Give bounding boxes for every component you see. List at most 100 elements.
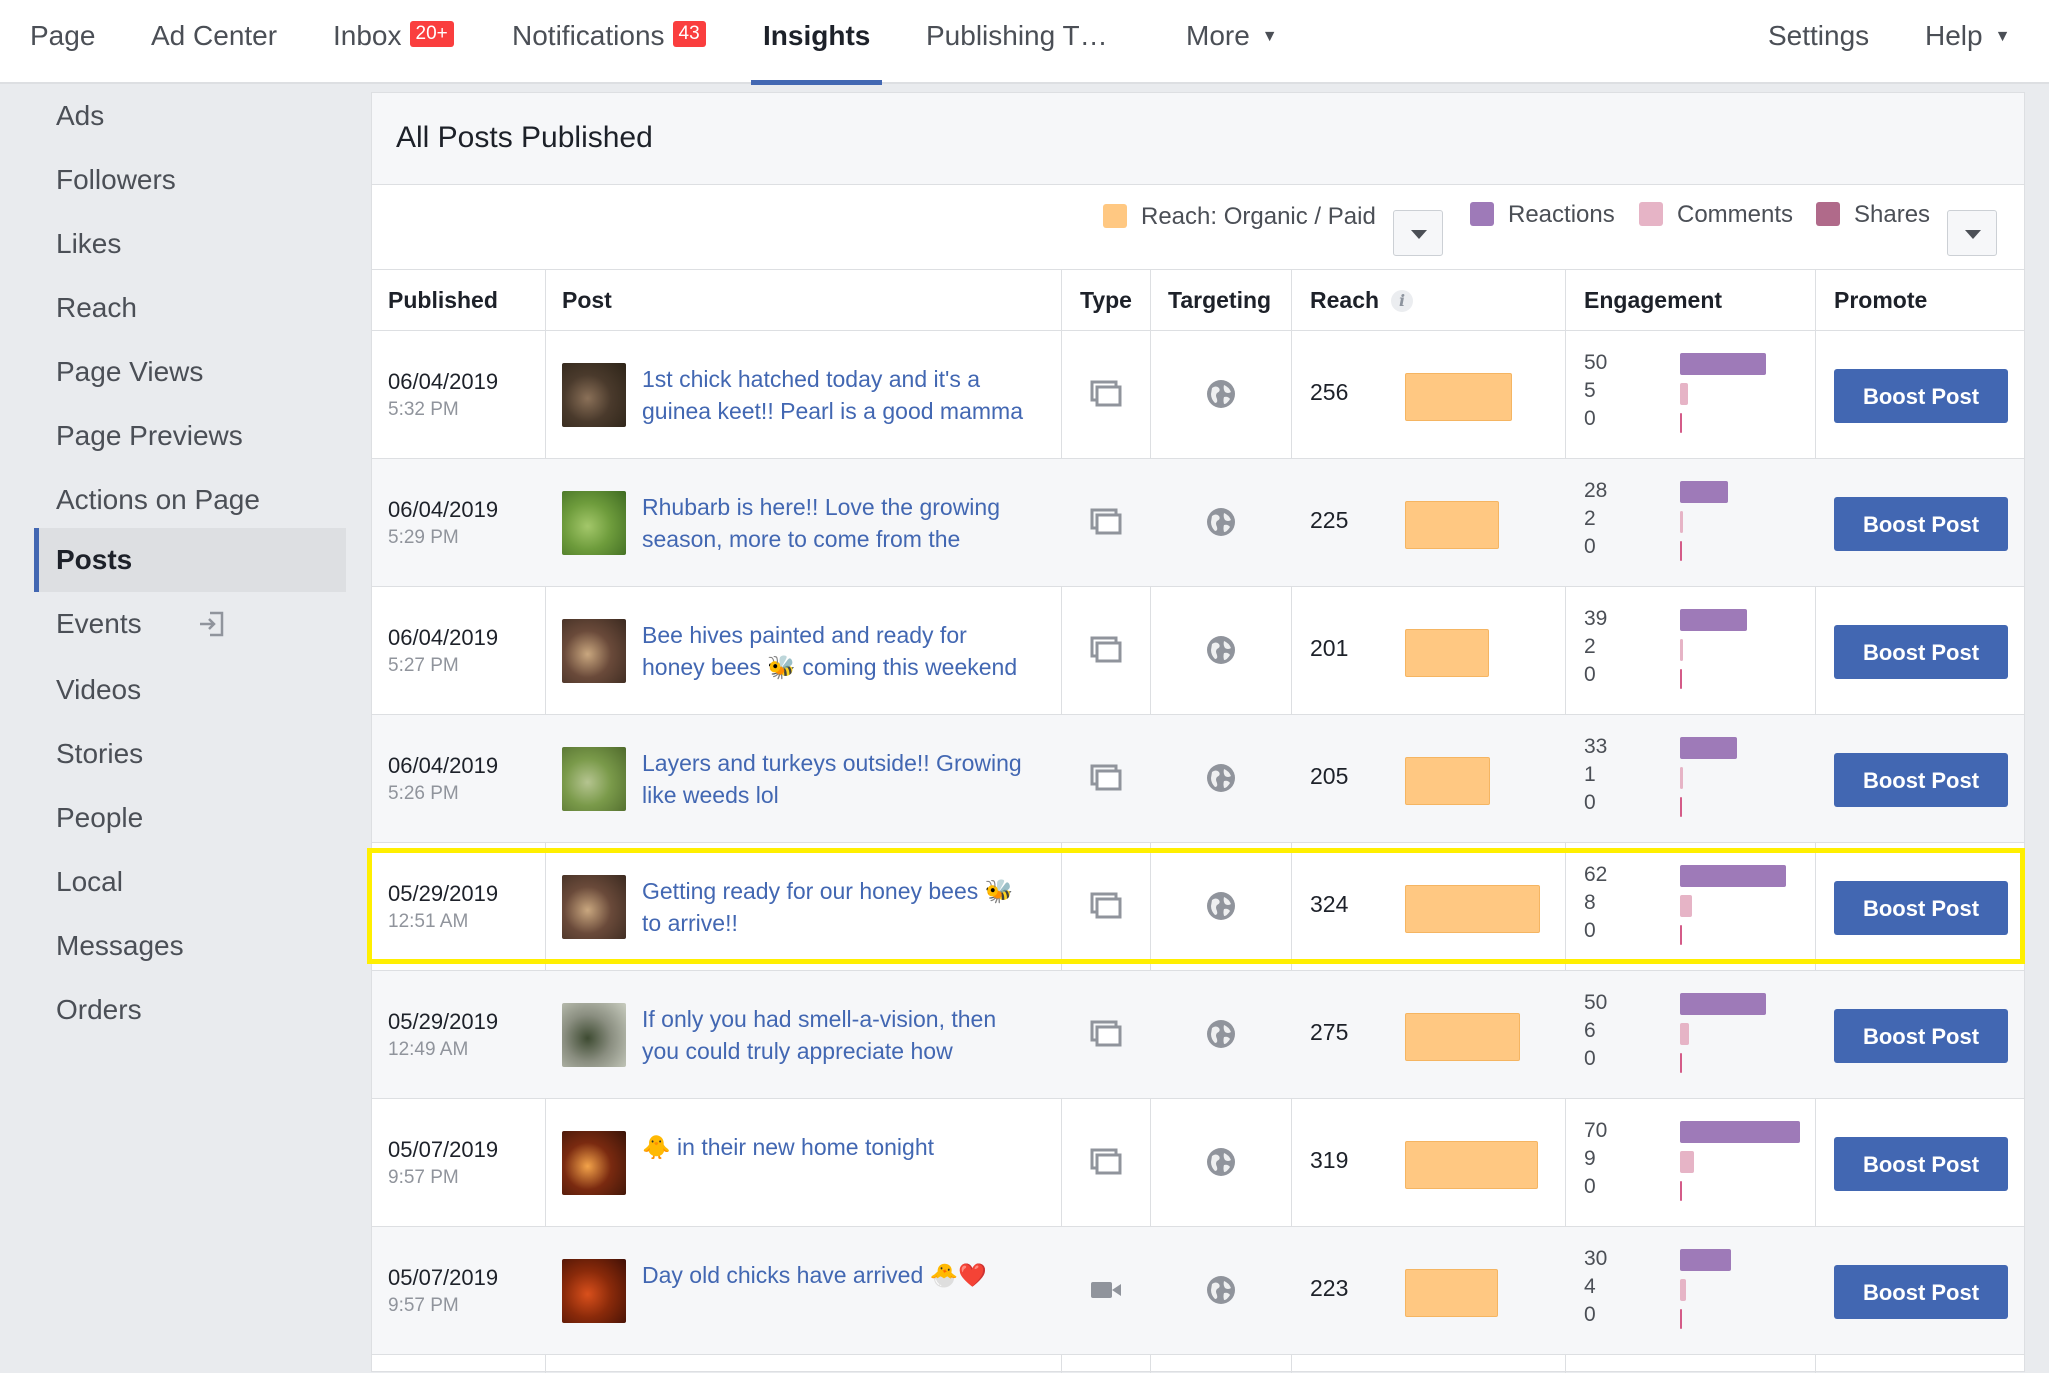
boost-post-button[interactable]: Boost Post bbox=[1834, 625, 2008, 679]
column-published[interactable]: Published bbox=[388, 270, 498, 330]
post-thumbnail[interactable] bbox=[562, 491, 626, 555]
post-link[interactable]: Day old chicks have arrived 🐣❤️ bbox=[642, 1259, 1052, 1291]
comments-bar bbox=[1680, 1151, 1694, 1173]
sidebar-item-page-previews[interactable]: Page Previews bbox=[34, 404, 346, 468]
reactions-bar bbox=[1680, 993, 1766, 1015]
sidebar-item-people[interactable]: People bbox=[34, 786, 346, 850]
post-time: 5:32 PM bbox=[388, 399, 459, 420]
post-thumbnail[interactable] bbox=[562, 1259, 626, 1323]
column-promote: Promote bbox=[1834, 287, 1928, 313]
sidebar-item-label: Videos bbox=[56, 674, 142, 705]
nav-publishing-tools[interactable]: Publishing T… bbox=[926, 0, 1108, 84]
sidebar-item-actions-on-page[interactable]: Actions on Page bbox=[34, 468, 346, 532]
reach-bar bbox=[1405, 885, 1540, 933]
legend-swatch bbox=[1103, 204, 1127, 228]
column-type: Type bbox=[1080, 287, 1132, 313]
reach-dropdown-button[interactable] bbox=[1393, 210, 1443, 256]
comments-count: 1 bbox=[1584, 763, 1596, 786]
reactions-bar bbox=[1680, 737, 1737, 759]
shares-bar bbox=[1680, 1053, 1682, 1073]
nav-more[interactable]: More ▼ bbox=[1186, 0, 1278, 84]
info-icon[interactable]: i bbox=[1391, 290, 1414, 312]
globe-icon bbox=[1207, 380, 1235, 408]
legend-shares: Shares bbox=[1816, 201, 1930, 229]
sidebar-item-stories[interactable]: Stories bbox=[34, 722, 346, 786]
nav-settings[interactable]: Settings bbox=[1768, 0, 1869, 84]
shares-bar bbox=[1680, 1309, 1682, 1329]
boost-post-button[interactable]: Boost Post bbox=[1834, 1265, 2008, 1319]
sidebar-item-posts[interactable]: Posts bbox=[34, 528, 346, 592]
comments-count: 5 bbox=[1584, 379, 1596, 402]
boost-post-button[interactable]: Boost Post bbox=[1834, 369, 2008, 423]
nav-help[interactable]: Help ▼ bbox=[1925, 0, 2010, 84]
globe-icon bbox=[1207, 1148, 1235, 1176]
post-link[interactable]: 🐥 in their new home tonight bbox=[642, 1131, 1052, 1163]
reach-bar bbox=[1405, 373, 1512, 421]
nav-page[interactable]: Page bbox=[30, 0, 95, 84]
post-thumbnail[interactable] bbox=[562, 363, 626, 427]
sidebar-item-label: People bbox=[56, 802, 144, 833]
legend-comments: Comments bbox=[1639, 201, 1793, 229]
boost-post-button[interactable]: Boost Post bbox=[1834, 1137, 2008, 1191]
shares-count: 0 bbox=[1584, 1047, 1596, 1070]
sidebar-item-ads[interactable]: Ads bbox=[34, 84, 346, 148]
nav-insights[interactable]: Insights bbox=[763, 0, 870, 84]
table-row: 05/07/2019 9:57 PM 🐥 in their new home ton… bbox=[372, 1099, 2024, 1227]
column-reach[interactable]: Reach i bbox=[1310, 270, 1414, 330]
boost-post-button[interactable]: Boost Post bbox=[1834, 753, 2008, 807]
reactions-count: 30 bbox=[1584, 1247, 1608, 1270]
sidebar-item-label: Events bbox=[56, 608, 142, 639]
engagement-dropdown-button[interactable] bbox=[1947, 210, 1997, 256]
sidebar-item-likes[interactable]: Likes bbox=[34, 212, 346, 276]
post-link[interactable]: Getting ready for our honey bees 🐝 to arr… bbox=[642, 875, 1052, 939]
post-link[interactable]: Rhubarb is here!! Love the growing season… bbox=[642, 491, 1052, 555]
sidebar-item-reach[interactable]: Reach bbox=[34, 276, 346, 340]
sidebar-item-page-views[interactable]: Page Views bbox=[34, 340, 346, 404]
external-link-icon bbox=[200, 611, 224, 637]
globe-icon bbox=[1207, 1020, 1235, 1048]
sidebar-item-orders[interactable]: Orders bbox=[34, 978, 346, 1042]
sidebar-item-messages[interactable]: Messages bbox=[34, 914, 346, 978]
sidebar-item-local[interactable]: Local bbox=[34, 850, 346, 914]
table-row: 05/07/2019 9:57 PM Day old chicks have arr… bbox=[372, 1227, 2024, 1355]
sidebar-item-label: Followers bbox=[56, 164, 176, 195]
shares-count: 0 bbox=[1584, 1175, 1596, 1198]
legend-reactions-label: Reactions bbox=[1508, 201, 1615, 228]
column-targeting: Targeting bbox=[1168, 287, 1272, 313]
boost-post-button[interactable]: Boost Post bbox=[1834, 497, 2008, 551]
post-link[interactable]: Bee hives painted and ready for honey bee… bbox=[642, 619, 1052, 683]
post-link[interactable]: If only you had smell-a-vision, then you … bbox=[642, 1003, 1052, 1067]
caret-down-icon: ▼ bbox=[1261, 28, 1278, 45]
boost-post-button[interactable]: Boost Post bbox=[1834, 881, 2008, 935]
post-thumbnail[interactable] bbox=[562, 619, 626, 683]
legend-reactions: Reactions bbox=[1470, 201, 1615, 229]
post-time: 12:51 AM bbox=[388, 911, 469, 932]
post-link[interactable]: Layers and turkeys outside!! Growing like… bbox=[642, 747, 1052, 811]
reactions-count: 33 bbox=[1584, 735, 1608, 758]
post-text-line: Getting ready for our honey bees 🐝 bbox=[642, 878, 1014, 904]
sidebar-item-videos[interactable]: Videos bbox=[34, 658, 346, 722]
sidebar-item-label: Ads bbox=[56, 100, 105, 131]
post-thumbnail[interactable] bbox=[562, 875, 626, 939]
post-time: 5:27 PM bbox=[388, 655, 459, 676]
post-thumbnail[interactable] bbox=[562, 1131, 626, 1195]
post-thumbnail[interactable] bbox=[562, 747, 626, 811]
panel-header: All Posts Published bbox=[372, 93, 2024, 185]
reach-value: 324 bbox=[1310, 891, 1349, 917]
legend-reach-label: Reach: Organic / Paid bbox=[1141, 203, 1376, 230]
post-link[interactable]: 1st chick hatched today and it's a guinea… bbox=[642, 363, 1052, 427]
nav-inbox[interactable]: Inbox 20+ bbox=[333, 0, 454, 84]
column-engagement[interactable]: Engagement bbox=[1584, 270, 1722, 330]
reach-value: 205 bbox=[1310, 763, 1349, 789]
nav-ad-center[interactable]: Ad Center bbox=[151, 0, 277, 84]
post-text-line: like weeds lol bbox=[642, 782, 779, 808]
page-title: All Posts Published bbox=[396, 121, 653, 154]
sidebar-item-followers[interactable]: Followers bbox=[34, 148, 346, 212]
reactions-bar bbox=[1680, 481, 1728, 503]
sidebar-item-events[interactable]: Events bbox=[34, 592, 346, 656]
nav-publishing-label: Publishing T… bbox=[926, 20, 1108, 51]
post-date: 05/29/2019 bbox=[388, 1009, 499, 1034]
post-thumbnail[interactable] bbox=[562, 1003, 626, 1067]
boost-post-button[interactable]: Boost Post bbox=[1834, 1009, 2008, 1063]
nav-notifications[interactable]: Notifications 43 bbox=[512, 0, 706, 84]
